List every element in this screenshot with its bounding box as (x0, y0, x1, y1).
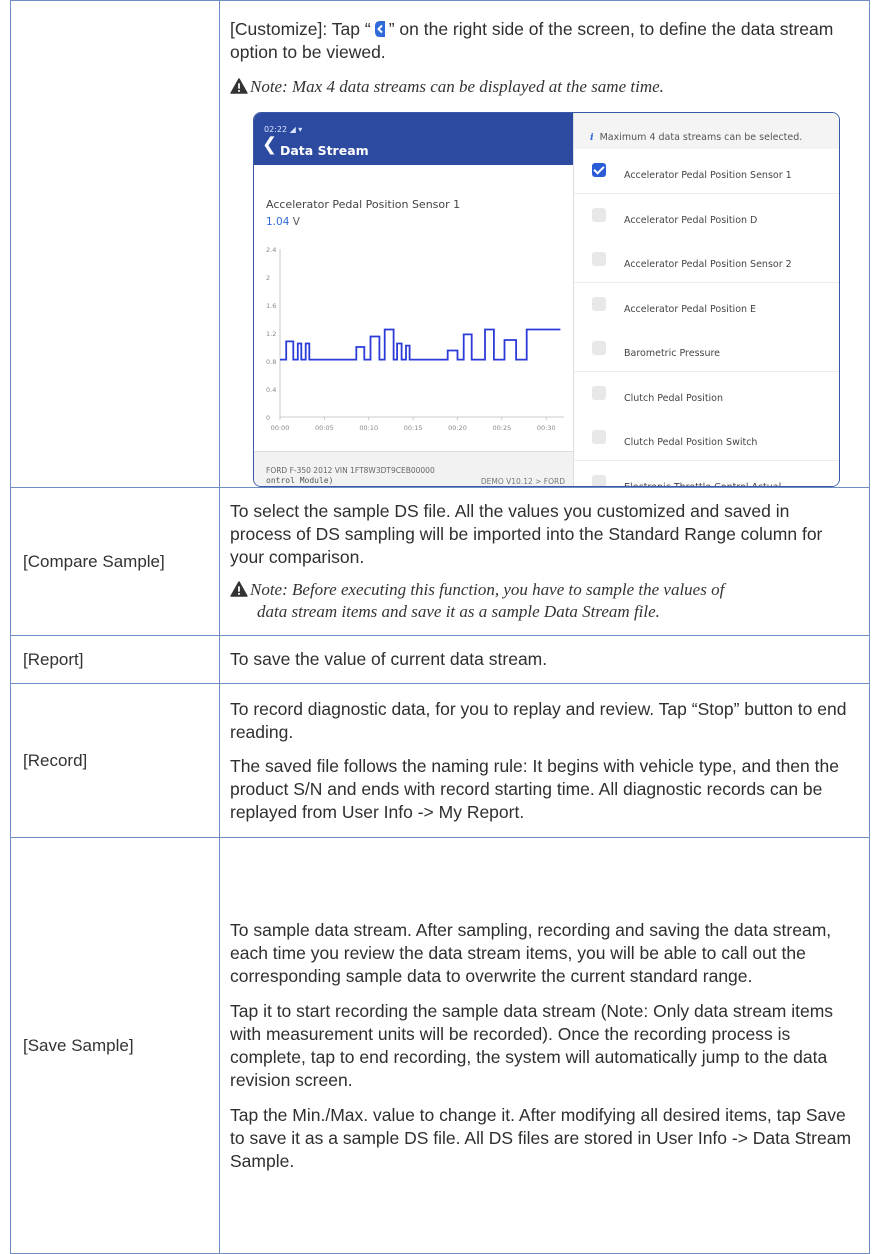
stream-option-label: Clutch Pedal Position Switch (624, 437, 758, 448)
stream-option-checkbox[interactable] (592, 163, 606, 177)
stream-option-checkbox[interactable] (592, 385, 606, 400)
row-label-compare-sample: [Compare Sample] (10, 487, 220, 636)
stream-option-checkbox[interactable] (592, 252, 606, 266)
y-tick-label: 0.8 (266, 358, 276, 366)
record-naming-rule: The saved file follows the naming rule: … (230, 755, 839, 822)
row-label-record: [Record] (10, 683, 220, 838)
stream-option-checkbox[interactable] (592, 296, 606, 311)
stream-option[interactable]: Accelerator Pedal Position Sensor 2 (574, 238, 839, 283)
table-row-customize: [Customize]: Tap “” on the right side of… (10, 0, 870, 488)
save-sample-editing: Tap the Min./Max. value to change it. Af… (230, 1104, 852, 1171)
customize-description: [Customize]: Tap “” on the right side of… (230, 19, 834, 62)
report-description: To save the value of current data stream… (219, 635, 870, 684)
stream-option-checkbox[interactable] (592, 207, 606, 222)
row-label-report: [Report] (10, 635, 220, 684)
stream-option[interactable]: Accelerator Pedal Position D (574, 193, 839, 239)
row-label-customize (10, 0, 220, 488)
stream-option[interactable]: Accelerator Pedal Position Sensor 1 (574, 149, 839, 194)
stream-option-label: Barometric Pressure (624, 348, 721, 359)
stream-option-label: Accelerator Pedal Position Sensor 1 (624, 170, 792, 181)
stream-option-label: Accelerator Pedal Position Sensor 2 (624, 259, 792, 270)
table-row-compare-sample: [Compare Sample] To select the sample DS… (10, 487, 870, 636)
info-icon: i (590, 132, 594, 143)
back-chevron-icon[interactable]: ❮ (262, 133, 277, 156)
sensor-value: 1.04 V (266, 216, 300, 228)
x-tick-label: 00:05 (315, 424, 334, 432)
y-tick-label: 2.4 (266, 246, 276, 254)
module-info: ontrol Module) (266, 476, 334, 485)
stream-option[interactable]: Barometric Pressure (574, 327, 839, 372)
max-selection-note: i Maximum 4 data streams can be selected. (590, 132, 803, 143)
y-tick-label: 2 (266, 274, 270, 282)
table-row-report: [Report] To save the value of current da… (10, 635, 870, 684)
stream-option-label: Electronic Throttle Control Actual (624, 481, 782, 487)
compare-description: To select the sample DS file. All the va… (230, 501, 823, 567)
save-sample-recording: Tap it to start recording the sample dat… (230, 1000, 834, 1090)
back-arrow-tab-icon (374, 21, 385, 37)
stream-selector-panel: i Maximum 4 data streams can be selected.… (573, 113, 839, 487)
function-table: [Customize]: Tap “” on the right side of… (10, 0, 870, 1254)
x-tick-label: 00:20 (448, 424, 467, 432)
x-tick-label: 00:25 (493, 424, 512, 432)
record-description: To record diagnostic data, for you to re… (230, 698, 847, 742)
table-row-record: [Record] To record diagnostic data, for … (10, 683, 870, 838)
stream-option-checkbox[interactable] (592, 430, 606, 444)
vehicle-info-footer: FORD F-350 2012 VIN 1FT8W3DT9CEB00000 on… (254, 451, 573, 486)
data-stream-graph: 2.4 2 1.6 1.2 0.8 0.4 000:00 00:05 00:10 00:15 00:… (266, 246, 564, 432)
stream-option-checkbox[interactable] (592, 474, 606, 486)
stream-option-label: Clutch Pedal Position (624, 392, 724, 404)
stream-option[interactable]: Electronic Throttle Control Actual (574, 460, 839, 487)
warning-icon (230, 581, 248, 597)
stream-option[interactable]: Accelerator Pedal Position E (574, 282, 839, 328)
data-stream-screenshot: 02:22 ◢ ▾ ❮ Data Stream Accelerator Peda… (253, 112, 840, 487)
app-header: 02:22 ◢ ▾ ❮ Data Stream (254, 113, 573, 165)
x-tick-label: 00:15 (404, 424, 423, 432)
save-sample-description: To sample data stream. After sampling, r… (230, 919, 832, 986)
row-label-save-sample: [Save Sample] (10, 837, 220, 1254)
x-tick-label: 00:10 (359, 424, 378, 432)
x-tick-label: 00:00 (271, 424, 290, 432)
graph-panel: 02:22 ◢ ▾ ❮ Data Stream Accelerator Peda… (254, 113, 573, 486)
y-tick-label: 0 (266, 414, 270, 422)
x-tick-label: 00:30 (537, 424, 556, 432)
stream-option[interactable]: Clutch Pedal Position (574, 371, 839, 417)
stream-option[interactable]: Clutch Pedal Position Switch (574, 416, 839, 461)
table-row-save-sample: [Save Sample] To sample data stream. Aft… (10, 837, 870, 1254)
stream-option-label: Accelerator Pedal Position E (624, 303, 757, 315)
warning-icon (230, 78, 248, 94)
stream-option-checkbox[interactable] (592, 341, 606, 355)
note-compare: Note: Before executing this function, yo… (230, 579, 855, 623)
stream-option-label: Accelerator Pedal Position D (624, 214, 758, 226)
series-line (280, 328, 561, 361)
screen-title: Data Stream (280, 143, 369, 158)
y-tick-label: 1.2 (266, 330, 276, 338)
note-max-streams: Note: Max 4 data streams can be displaye… (230, 76, 855, 98)
y-tick-label: 1.6 (266, 302, 276, 310)
y-tick-label: 0.4 (266, 386, 276, 394)
software-version: DEMO V10.12 > FORD (480, 477, 565, 486)
